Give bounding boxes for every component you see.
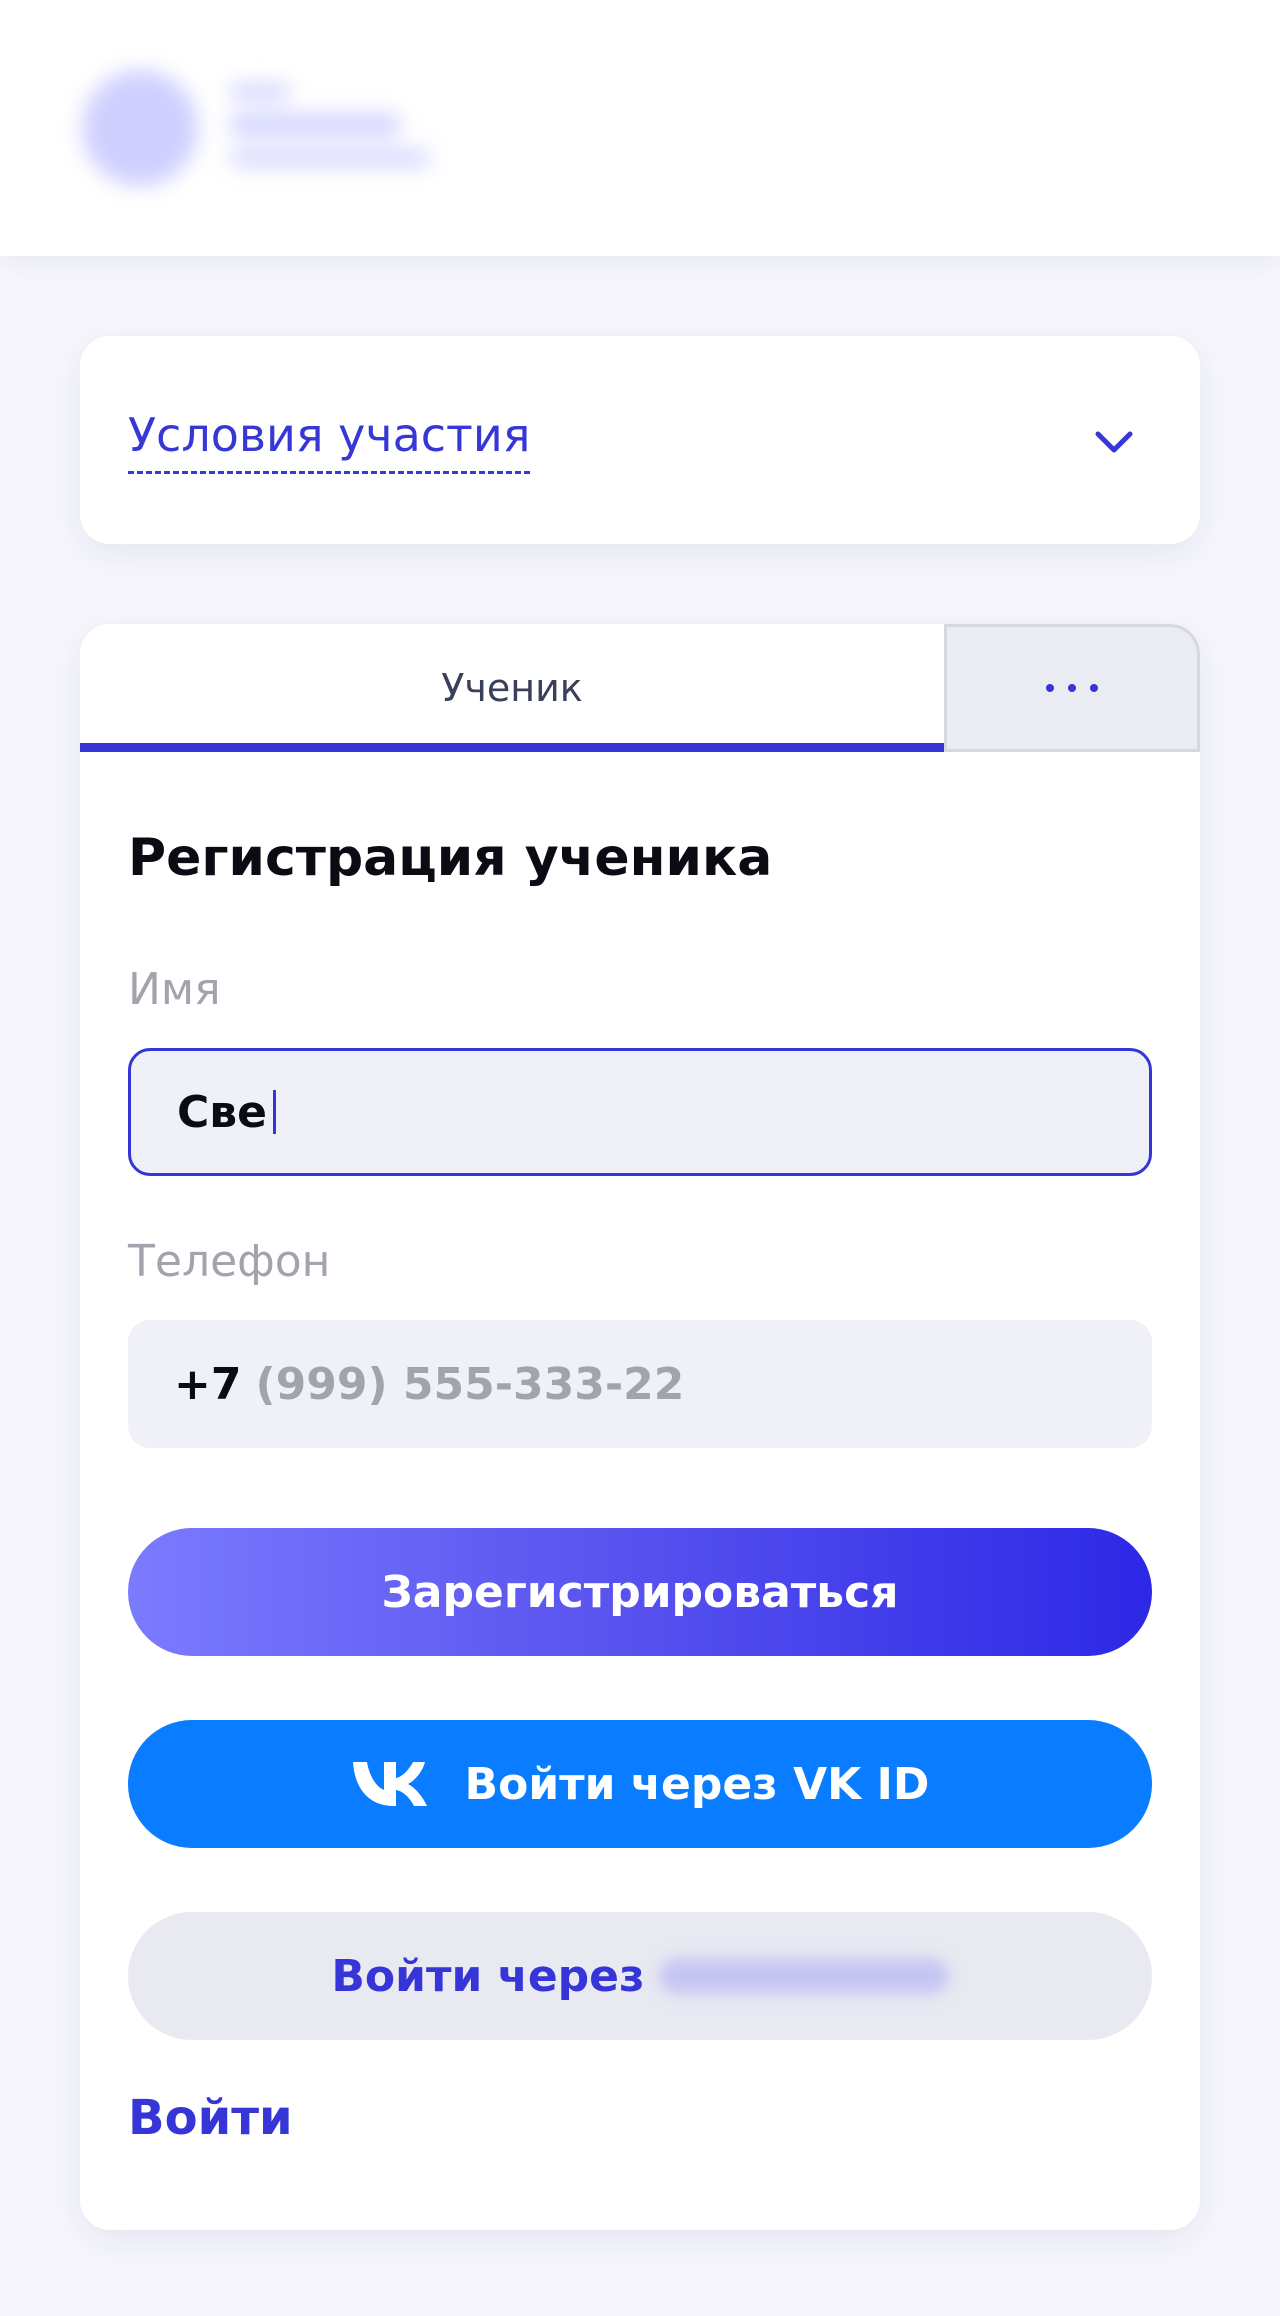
tab-more[interactable] [944,624,1200,752]
other-login-button[interactable]: Войти через [128,1912,1152,2040]
phone-placeholder: (999) 555-333-22 [255,1358,685,1410]
form-title: Регистрация ученика [128,828,773,888]
more-dots-icon [1046,684,1054,692]
blurred-logo-icon [82,70,198,186]
more-dot [1090,684,1098,692]
phone-input[interactable]: +7 (999) 555-333-22 [128,1320,1152,1448]
vk-login-button[interactable]: Войти через VK ID [128,1720,1152,1848]
more-dot [1068,684,1076,692]
phone-prefix: +7 [174,1358,242,1410]
registration-card: Ученик Регистрация ученика Имя Све Телеф… [80,624,1200,2230]
login-link[interactable]: Войти [128,2090,293,2146]
phone-label: Телефон [128,1236,331,1287]
blurred-logo-text [230,84,430,184]
tab-student[interactable]: Ученик [80,624,944,752]
register-button-label: Зарегистрироваться [381,1566,899,1618]
vk-login-label: Войти через VK ID [464,1758,930,1810]
name-input-value: Све [177,1086,267,1138]
active-tab-indicator [80,743,944,752]
register-button[interactable]: Зарегистрироваться [128,1528,1152,1656]
terms-accordion[interactable]: Условия участия [80,336,1200,544]
name-label: Имя [128,964,221,1015]
terms-label[interactable]: Условия участия [128,410,531,474]
chevron-down-icon[interactable] [1092,420,1136,464]
app-header [0,0,1280,256]
blurred-provider-name [658,1958,949,1994]
other-login-label: Войти через [331,1950,645,2002]
name-input[interactable]: Све [128,1048,1152,1176]
vk-logo-icon [352,1762,427,1806]
role-tabs: Ученик [80,624,1200,752]
text-caret [272,1090,276,1134]
